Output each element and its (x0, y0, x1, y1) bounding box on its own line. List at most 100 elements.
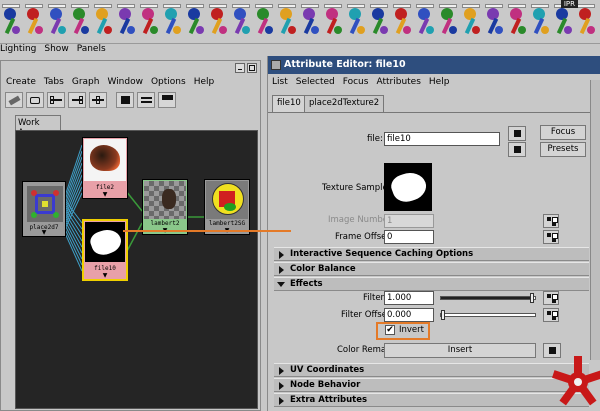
section-extra-attributes[interactable]: Extra Attributes (274, 393, 589, 407)
shelf-tool-icon[interactable] (23, 4, 45, 40)
invert-highlight-box (376, 322, 430, 340)
eraser-icon[interactable] (5, 92, 23, 108)
shelf-tool-icon[interactable] (230, 4, 252, 40)
menu-panels[interactable]: Panels (77, 44, 106, 58)
menu-attributes[interactable]: Attributes (376, 77, 420, 87)
shelf-tool-icon[interactable] (414, 4, 436, 40)
shelf-tool-icon[interactable] (552, 4, 574, 40)
menu-focus[interactable]: Focus (343, 77, 369, 87)
attribute-editor-title-bar[interactable]: Attribute Editor: file10 (268, 56, 600, 74)
node-expand-icon[interactable]: ▼ (83, 192, 127, 198)
slider-handle[interactable] (530, 293, 535, 303)
focus-button[interactable]: Focus (540, 125, 586, 140)
tab-file10[interactable]: file10 (272, 95, 306, 112)
input-connection-icon[interactable] (508, 126, 526, 141)
menu-help[interactable]: Help (194, 77, 215, 87)
place2d-node[interactable]: place2d7 ▼ (22, 181, 66, 237)
shelf-tool-icon[interactable] (391, 4, 413, 40)
shelf-tool-icon[interactable] (161, 4, 183, 40)
shelf-tool-icon[interactable] (483, 4, 505, 40)
camera-icon[interactable] (26, 92, 44, 108)
shelf-tool-icon[interactable] (460, 4, 482, 40)
layout-bottom-icon[interactable] (158, 92, 176, 108)
menu-options[interactable]: Options (151, 77, 186, 87)
layout-split-icon[interactable] (137, 92, 155, 108)
filter-offset-field[interactable]: 0.000 (384, 308, 434, 322)
shelf-tool-icon[interactable] (437, 4, 459, 40)
lambert2-node[interactable]: lambert2 ▼ (142, 179, 188, 235)
shelf-tool-icon[interactable] (529, 4, 551, 40)
layout-top-icon[interactable] (116, 92, 134, 108)
menu-show[interactable]: Show (44, 44, 68, 58)
shelf-tool-icon[interactable] (46, 4, 68, 40)
shelf-tool-icon[interactable] (345, 4, 367, 40)
section-label: UV Coordinates (290, 365, 365, 375)
section-node-behavior[interactable]: Node Behavior (274, 378, 589, 392)
texture-sample-swatch (384, 163, 432, 211)
insert-button[interactable]: Insert (384, 343, 536, 358)
graph-down-icon[interactable] (68, 92, 86, 108)
frame-offset-field[interactable]: 0 (384, 230, 434, 244)
node-label: lambert2SG (208, 220, 246, 227)
node-expand-icon[interactable]: ▼ (23, 230, 65, 236)
map-texture-icon[interactable] (543, 291, 559, 305)
filter-offset-slider[interactable] (440, 310, 536, 320)
menu-selected[interactable]: Selected (296, 77, 335, 87)
place2d-thumbnail (27, 186, 63, 222)
maximize-icon[interactable] (247, 63, 257, 73)
shelf-tool-icon[interactable] (368, 4, 390, 40)
shelf-tool-icon[interactable] (207, 4, 229, 40)
file2-node[interactable]: file2 ▼ (82, 137, 128, 199)
window-title: Attribute Editor: file10 (284, 59, 406, 70)
file-label: file: (367, 134, 383, 144)
slider-handle[interactable] (441, 310, 445, 320)
file10-thumbnail (85, 222, 125, 262)
shelf-tool-icon[interactable] (92, 4, 114, 40)
map-texture-icon[interactable] (543, 230, 559, 244)
shelf-tool-icon[interactable] (0, 4, 22, 40)
file10-node[interactable]: file10 ▼ (82, 219, 128, 281)
attribute-editor-scrollbar[interactable] (590, 80, 600, 360)
shelf-tool-icon[interactable] (322, 4, 344, 40)
section-uv-coordinates[interactable]: UV Coordinates (274, 363, 589, 377)
image-number-field[interactable]: 1 (384, 214, 434, 228)
slider-fill (441, 297, 534, 299)
menu-graph[interactable]: Graph (72, 77, 100, 87)
menu-tabs[interactable]: Tabs (44, 77, 64, 87)
menu-create[interactable]: Create (6, 77, 36, 87)
filter-slider[interactable] (440, 293, 536, 303)
lambert2sg-node[interactable]: lambert2SG ▼ (204, 179, 250, 235)
menu-window[interactable]: Window (107, 77, 143, 87)
tab-place2dtexture2[interactable]: place2dTexture2 (304, 95, 385, 112)
map-texture-icon[interactable] (543, 214, 559, 228)
shelf-tool-icon[interactable] (506, 4, 528, 40)
shelf-tool-icon[interactable] (115, 4, 137, 40)
node-expand-icon[interactable]: ▼ (84, 273, 126, 279)
hypershade-title-bar[interactable] (1, 61, 260, 75)
section-effects[interactable]: Effects (274, 277, 589, 291)
graph-in-out-icon[interactable] (89, 92, 107, 108)
ipr-label[interactable]: IPR (560, 0, 578, 8)
map-texture-icon[interactable] (543, 308, 559, 322)
shelf-tool-icon[interactable] (253, 4, 275, 40)
shelf-tool-icon[interactable] (69, 4, 91, 40)
shelf-tool-icon[interactable] (299, 4, 321, 40)
filter-field[interactable]: 1.000 (384, 291, 434, 305)
graph-up-icon[interactable] (47, 92, 65, 108)
minimize-icon[interactable] (235, 63, 245, 73)
shelf-tool-icon[interactable] (575, 4, 597, 40)
menu-list[interactable]: List (272, 77, 288, 87)
presets-button[interactable]: Presets (540, 142, 586, 157)
shelf-tool-icon[interactable] (276, 4, 298, 40)
work-area-canvas[interactable]: place2d7 ▼ file2 ▼ file10 ▼ lambert2 ▼ (15, 130, 258, 409)
section-interactive-caching[interactable]: Interactive Sequence Caching Options (274, 247, 589, 261)
menu-help[interactable]: Help (429, 77, 450, 87)
node-label: lambert2 (150, 220, 180, 227)
shelf-tool-icon[interactable] (184, 4, 206, 40)
section-color-balance[interactable]: Color Balance (274, 262, 589, 276)
file-name-field[interactable]: file10 (384, 132, 500, 146)
output-connection-icon[interactable] (508, 142, 526, 157)
tab-work-area[interactable]: Work Area (15, 115, 61, 138)
menu-lighting[interactable]: Lighting (0, 44, 36, 58)
shelf-tool-icon[interactable] (138, 4, 160, 40)
